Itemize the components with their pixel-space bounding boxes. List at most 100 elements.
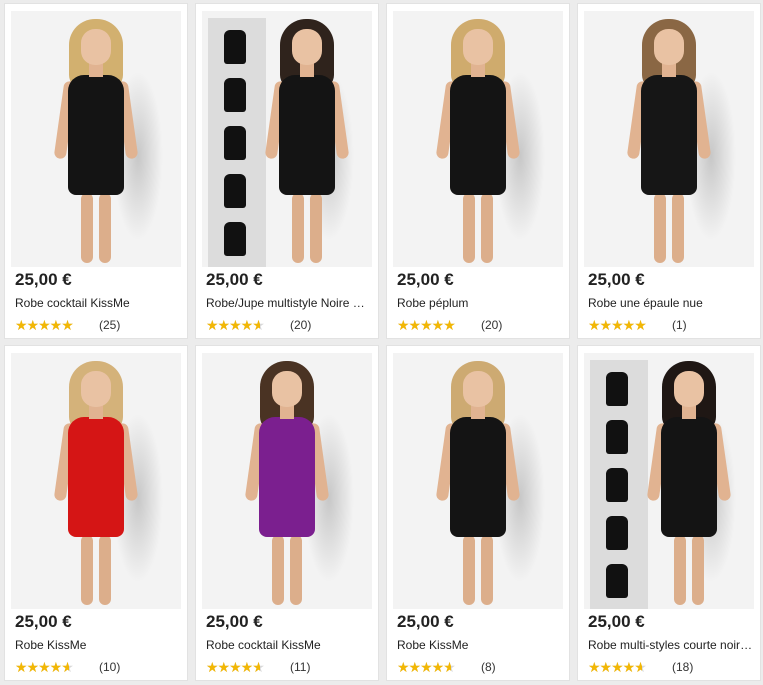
star-icon: ★★★★★	[206, 660, 261, 674]
star-icon: ★★★★★	[15, 660, 70, 674]
model-figure	[242, 361, 332, 609]
dress	[450, 75, 506, 195]
product-price: 25,00 €	[397, 270, 454, 289]
review-count: (11)	[290, 660, 311, 674]
product-card[interactable]: 25,00 € Robe KissMe ★★★★★ ★★★★★ (10)	[5, 346, 187, 680]
star-icon: ★★★★★	[588, 660, 643, 674]
product-title[interactable]: Robe/Jupe multistyle Noire KissMe	[206, 296, 371, 310]
product-title[interactable]: Robe cocktail KissMe	[15, 296, 180, 310]
variant-thumbnail	[606, 420, 628, 454]
left-leg	[81, 193, 93, 263]
product-image[interactable]	[202, 353, 372, 609]
right-leg	[481, 535, 493, 605]
style-variants-strip	[590, 360, 648, 609]
star-rating-icon: ★★★★★ ★★★★★	[15, 660, 87, 674]
product-rating[interactable]: ★★★★★ ★★★★★ (25)	[15, 317, 120, 333]
product-image[interactable]	[393, 353, 563, 609]
style-variants-strip	[208, 18, 266, 267]
right-leg	[290, 535, 302, 605]
face	[654, 29, 684, 65]
model-figure	[433, 361, 523, 609]
product-title[interactable]: Robe une épaule nue	[588, 296, 753, 310]
product-price: 25,00 €	[206, 612, 263, 631]
review-count: (1)	[672, 318, 687, 332]
star-rating-icon: ★★★★★ ★★★★★	[397, 318, 469, 332]
left-leg	[463, 193, 475, 263]
left-leg	[81, 535, 93, 605]
product-title[interactable]: Robe KissMe	[397, 638, 562, 652]
neck	[89, 63, 103, 77]
variant-thumbnail	[606, 468, 628, 502]
right-leg	[481, 193, 493, 263]
left-leg	[654, 193, 666, 263]
product-grid: 25,00 € Robe cocktail KissMe ★★★★★ ★★★★★ (25…	[0, 0, 763, 685]
review-count: (18)	[672, 660, 694, 674]
star-icon: ★★★★★	[397, 660, 452, 674]
face	[463, 29, 493, 65]
product-title[interactable]: Robe KissMe	[15, 638, 180, 652]
product-title[interactable]: Robe cocktail KissMe	[206, 638, 371, 652]
neck	[682, 405, 697, 419]
left-leg	[463, 535, 475, 605]
product-price: 25,00 €	[588, 270, 645, 289]
product-rating[interactable]: ★★★★★ ★★★★★ (18)	[588, 659, 693, 675]
product-card[interactable]: 25,00 € Robe KissMe ★★★★★ ★★★★★ (8)	[387, 346, 569, 680]
review-count: (20)	[481, 318, 503, 332]
left-leg	[674, 535, 687, 605]
face	[81, 371, 111, 407]
dress	[279, 75, 336, 195]
model-figure	[262, 19, 352, 267]
variant-thumbnail	[606, 516, 628, 550]
product-image[interactable]	[393, 11, 563, 267]
product-rating[interactable]: ★★★★★ ★★★★★ (8)	[397, 659, 496, 675]
left-leg	[272, 535, 284, 605]
star-rating-icon: ★★★★★ ★★★★★	[206, 660, 278, 674]
product-card[interactable]: 25,00 € Robe cocktail KissMe ★★★★★ ★★★★★ (11…	[196, 346, 378, 680]
product-card[interactable]: 25,00 € Robe péplum ★★★★★ ★★★★★ (20)	[387, 4, 569, 338]
product-rating[interactable]: ★★★★★ ★★★★★ (20)	[206, 317, 311, 333]
product-price: 25,00 €	[15, 612, 72, 631]
neck	[280, 405, 294, 419]
product-image[interactable]	[11, 353, 181, 609]
product-card[interactable]: 25,00 € Robe/Jupe multistyle Noire KissMe…	[196, 4, 378, 338]
review-count: (20)	[290, 318, 312, 332]
product-image[interactable]	[584, 353, 754, 609]
right-leg	[99, 193, 111, 263]
product-image[interactable]	[11, 11, 181, 267]
variant-thumbnail	[224, 126, 246, 160]
product-image[interactable]	[584, 11, 754, 267]
product-rating[interactable]: ★★★★★ ★★★★★ (20)	[397, 317, 502, 333]
product-price: 25,00 €	[588, 612, 645, 631]
product-price: 25,00 €	[397, 612, 454, 631]
product-card[interactable]: 25,00 € Robe une épaule nue ★★★★★ ★★★★★ (1)	[578, 4, 760, 338]
product-image[interactable]	[202, 11, 372, 267]
face	[272, 371, 302, 407]
neck	[471, 405, 485, 419]
variant-thumbnail	[606, 372, 628, 406]
product-rating[interactable]: ★★★★★ ★★★★★ (1)	[588, 317, 687, 333]
star-rating-icon: ★★★★★ ★★★★★	[588, 660, 660, 674]
variant-thumbnail	[224, 78, 246, 112]
neck	[300, 63, 315, 77]
right-leg	[672, 193, 684, 263]
dress	[641, 75, 697, 195]
model-figure	[644, 361, 734, 609]
face	[292, 29, 323, 65]
right-leg	[310, 193, 323, 263]
product-card[interactable]: 25,00 € Robe multi-styles courte noire Ki…	[578, 346, 760, 680]
star-icon: ★★★★★	[206, 318, 261, 332]
model-figure	[51, 361, 141, 609]
model-figure	[624, 19, 714, 267]
product-title[interactable]: Robe péplum	[397, 296, 562, 310]
product-card[interactable]: 25,00 € Robe cocktail KissMe ★★★★★ ★★★★★ (25…	[5, 4, 187, 338]
dress	[661, 417, 718, 537]
variant-thumbnail	[224, 30, 246, 64]
product-price: 25,00 €	[15, 270, 72, 289]
star-rating-icon: ★★★★★ ★★★★★	[206, 318, 278, 332]
review-count: (10)	[99, 660, 121, 674]
product-title[interactable]: Robe multi-styles courte noire KissMe	[588, 638, 753, 652]
model-figure	[433, 19, 523, 267]
product-rating[interactable]: ★★★★★ ★★★★★ (11)	[206, 659, 310, 675]
product-rating[interactable]: ★★★★★ ★★★★★ (10)	[15, 659, 120, 675]
dress	[68, 417, 124, 537]
